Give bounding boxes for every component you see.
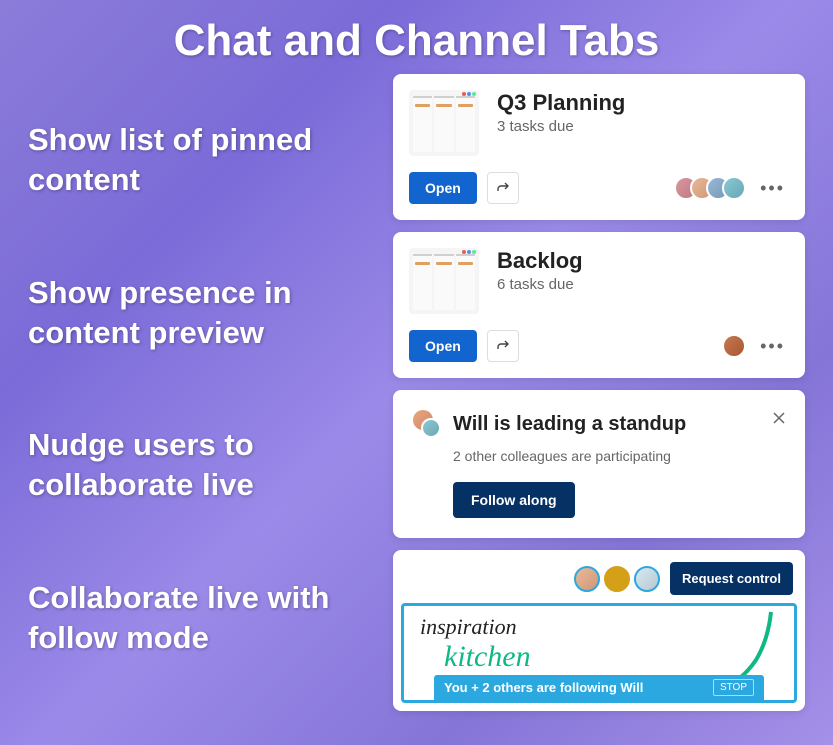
stop-button[interactable]: STOP — [713, 679, 754, 696]
card-subtitle: 6 tasks due — [497, 276, 583, 293]
more-icon[interactable]: ••• — [756, 178, 789, 199]
close-icon[interactable] — [771, 410, 787, 426]
avatar-stack — [722, 334, 746, 358]
avatar — [574, 566, 600, 592]
feature-text: Show presence in content preview — [28, 273, 373, 354]
card-subtitle: 3 tasks due — [497, 118, 625, 135]
handwriting-text: kitchen — [444, 640, 531, 674]
standup-title: Will is leading a standup — [453, 413, 686, 436]
share-button[interactable] — [487, 172, 519, 204]
open-button[interactable]: Open — [409, 172, 477, 204]
feature-list: Show list of pinned content Show presenc… — [28, 74, 373, 730]
request-control-button[interactable]: Request control — [670, 562, 793, 595]
follow-button[interactable]: Follow along — [453, 482, 575, 518]
content-card: Backlog 6 tasks due Open ••• — [393, 232, 805, 378]
card-thumbnail — [409, 248, 479, 314]
standup-subtitle: 2 other colleagues are participating — [453, 448, 785, 464]
avatar-stack — [674, 176, 746, 200]
avatar-pair — [413, 410, 441, 438]
more-icon[interactable]: ••• — [756, 336, 789, 357]
follow-banner: You + 2 others are following Will STOP — [434, 675, 764, 700]
avatar — [722, 334, 746, 358]
feature-text: Show list of pinned content — [28, 120, 373, 201]
follow-banner-text: You + 2 others are following Will — [444, 680, 643, 695]
standup-card: Will is leading a standup 2 other collea… — [393, 390, 805, 538]
avatar — [604, 566, 630, 592]
content-card: Q3 Planning 3 tasks due Open — [393, 74, 805, 220]
open-button[interactable]: Open — [409, 330, 477, 362]
feature-text: Collaborate live with follow mode — [28, 578, 373, 659]
handwriting-text: inspiration — [420, 614, 517, 640]
share-button[interactable] — [487, 330, 519, 362]
share-icon — [495, 338, 511, 354]
share-icon — [495, 180, 511, 196]
whiteboard-card: Request control inspiration kitchen You … — [393, 550, 805, 711]
feature-text: Nudge users to collaborate live — [28, 425, 373, 506]
whiteboard-canvas[interactable]: inspiration kitchen You + 2 others are f… — [401, 603, 797, 703]
avatar — [722, 176, 746, 200]
participant-avatars — [574, 566, 660, 592]
avatar — [634, 566, 660, 592]
page-title: Chat and Channel Tabs — [0, 0, 833, 74]
card-title: Backlog — [497, 248, 583, 274]
card-title: Q3 Planning — [497, 90, 625, 116]
card-thumbnail — [409, 90, 479, 156]
